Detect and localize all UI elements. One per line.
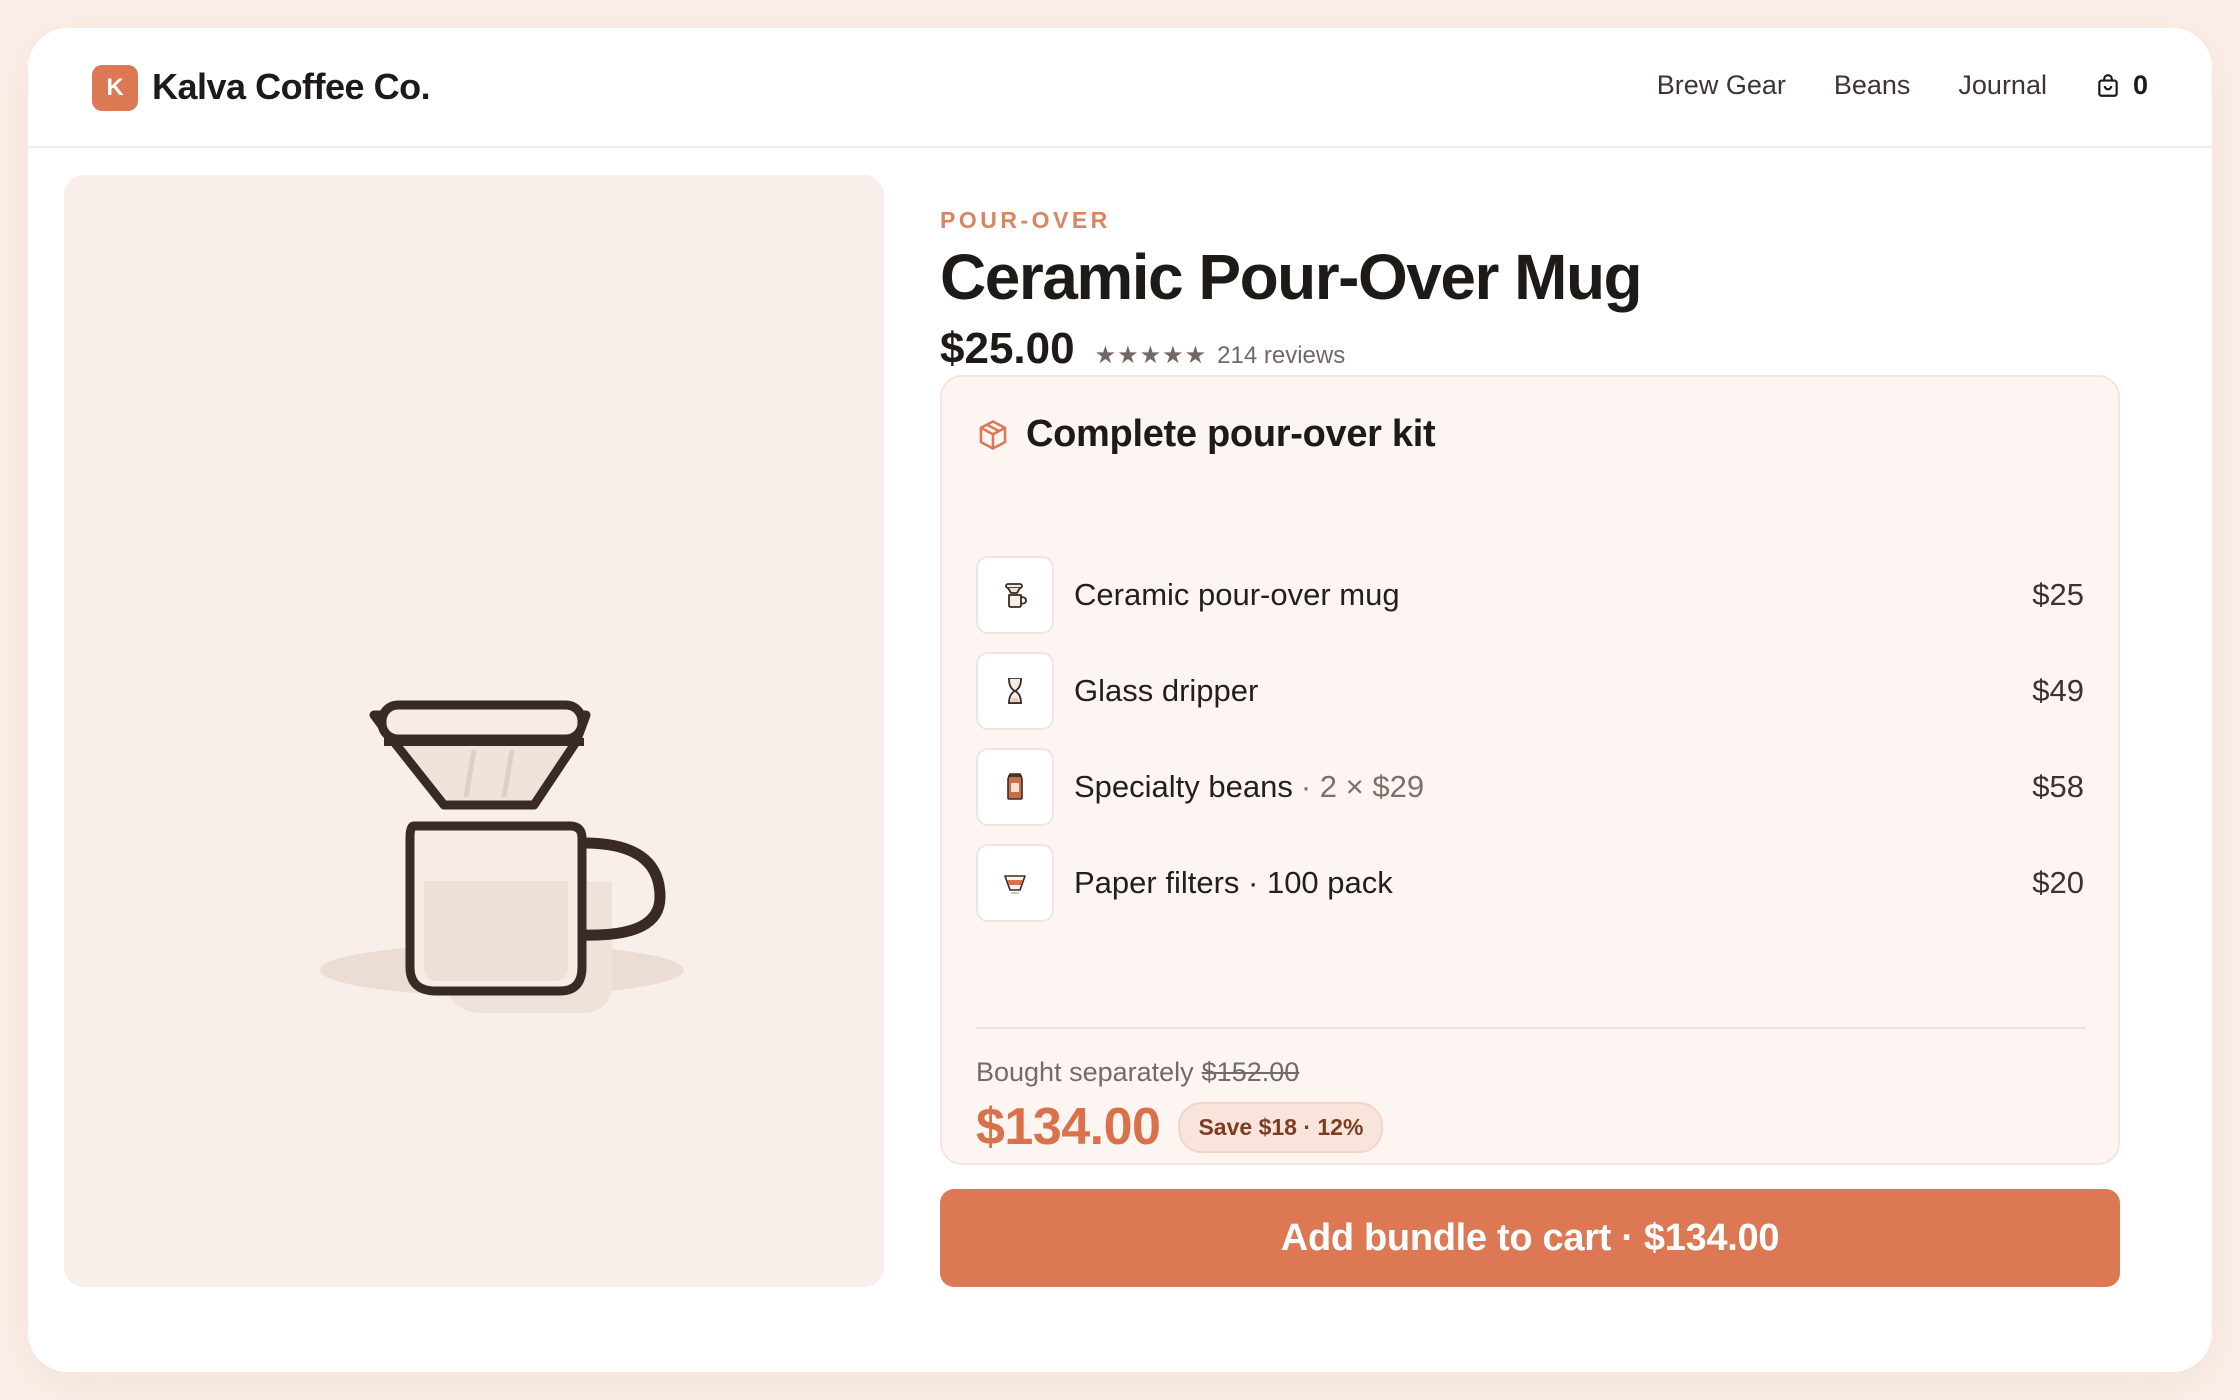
nav-link-journal[interactable]: Journal [1958,70,2047,101]
brand-name[interactable]: Kalva Coffee Co. [152,66,431,108]
product-category: POUR-OVER [940,207,1111,233]
reviews-link[interactable]: 214 reviews [1217,342,1345,370]
bundle-total-row: $134.00 Save $18 · 12% [976,1097,1384,1157]
price-row: $25.00 ★★★★★ 214 reviews [940,324,2120,374]
divider [976,1027,2086,1029]
item-thumbnail [976,844,1054,922]
bundle-item[interactable]: Paper filters · 100 pack $20 [976,835,2086,931]
product-price: $25.00 [940,324,1075,374]
item-price: $25 [2032,577,2084,612]
bundle-panel: Complete pour-over kit Ceramic pour-over… [940,375,2120,1165]
nav-link-brew-gear[interactable]: Brew Gear [1657,70,1786,101]
item-price: $58 [2032,769,2084,804]
cart-count: 0 [2132,70,2148,100]
bundle-item[interactable]: Specialty beans · 2 × $29 $58 [976,739,2086,835]
item-name: Ceramic pour-over mug [1074,577,1400,612]
top-navigation-bar: K Kalva Coffee Co. Brew Gear Beans Journ… [28,28,2212,148]
product-title: Ceramic Pour-Over Mug [940,241,1643,313]
item-price: $20 [2032,865,2084,900]
mug-icon [1005,583,1027,608]
item-price: $49 [2032,673,2084,708]
savings-badge: Save $18 · 12% [1178,1101,1384,1153]
item-thumbnail [976,652,1054,730]
product-info: POUR-OVER Ceramic Pour-Over Mug $25.00 ★… [940,175,2120,374]
bean-bag-icon [1007,773,1023,800]
item-quantity: · 2 × $29 [1300,769,1425,804]
bought-separately: Bought separately $152.00 [976,1057,1299,1088]
bundle-item[interactable]: Glass dripper $49 [976,643,2086,739]
rating-stars-icon: ★★★★★ [1094,342,1208,370]
bundle-total-price: $134.00 [976,1098,1161,1156]
dripper-icon [1008,678,1022,704]
main-nav: Brew Gear Beans Journal 0 [1657,70,2148,101]
item-thumbnail [976,748,1054,826]
item-name: Specialty beans [1074,769,1293,804]
bundle-items-list: Ceramic pour-over mug $25 Glass dripper … [976,547,2086,931]
package-box-icon [979,419,1007,450]
item-name: Paper filters · 100 pack [1074,865,1393,900]
bought-separately-label: Bought separately [976,1057,1194,1087]
bundle-item[interactable]: Ceramic pour-over mug $25 [976,547,2086,643]
item-thumbnail [976,556,1054,634]
bundle-header: Complete pour-over kit [976,413,1436,456]
cart-button[interactable]: 0 [2095,70,2148,101]
item-name: Glass dripper [1074,673,1259,708]
filter-icon [1004,875,1026,894]
product-image [64,175,884,1287]
logo-icon[interactable]: K [92,65,138,111]
pour-over-illustration-icon [320,700,684,1013]
bundle-title: Complete pour-over kit [1026,413,1436,455]
nav-link-beans[interactable]: Beans [1834,70,1911,101]
original-price: $152.00 [1201,1057,1300,1087]
add-bundle-to-cart-button[interactable]: Add bundle to cart · $134.00 [940,1189,2120,1287]
shopping-bag-icon [2098,73,2118,97]
